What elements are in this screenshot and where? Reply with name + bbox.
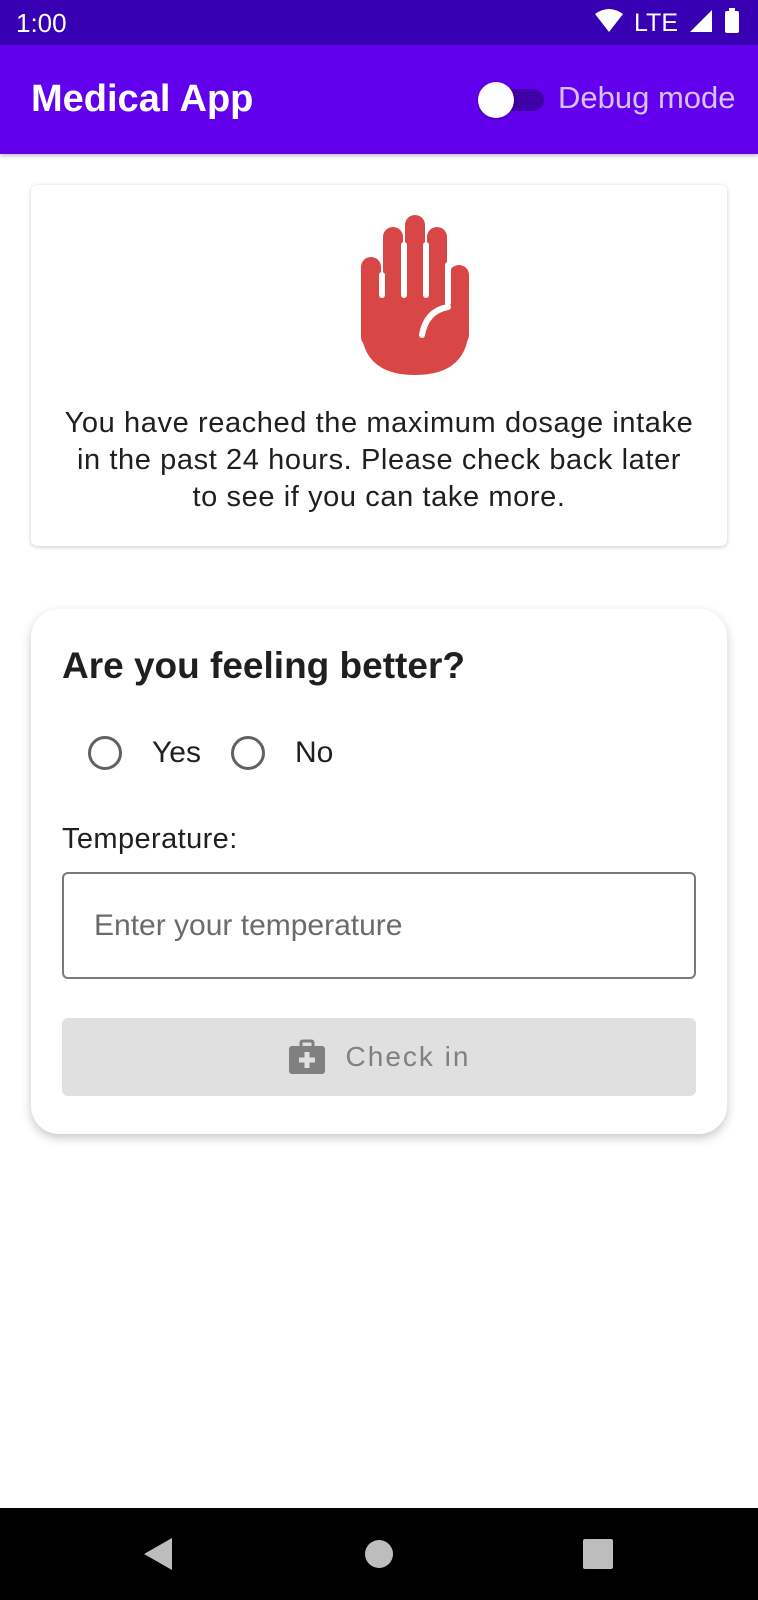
radio-no-circle[interactable] [230, 736, 265, 770]
home-icon[interactable] [357, 1532, 401, 1576]
network-type: LTE [634, 9, 678, 37]
status-icons: LTE [594, 7, 740, 39]
radio-yes[interactable]: Yes [88, 735, 201, 771]
radio-yes-circle[interactable] [88, 736, 122, 770]
battery-icon [724, 7, 740, 39]
app-title: Medical App [31, 78, 254, 120]
switch-thumb [478, 82, 514, 118]
feeling-question: Are you feeling better? [62, 645, 465, 686]
dosage-limit-message: You have reached the maximum dosage inta… [64, 407, 694, 513]
medical-briefcase-icon [288, 1038, 326, 1076]
checkin-form-card: Are you feeling better? Yes No Temperatu… [31, 609, 727, 1134]
app-bar: Medical App Debug mode [0, 45, 758, 154]
temperature-input[interactable] [62, 872, 696, 979]
radio-no-label[interactable]: No [295, 735, 333, 771]
check-in-label: Check in [345, 1041, 471, 1072]
radio-yes-label[interactable]: Yes [152, 735, 201, 771]
system-nav-bar [0, 1508, 758, 1600]
dosage-alert-card: You have reached the maximum dosage inta… [31, 185, 727, 546]
radio-no[interactable]: No [230, 735, 333, 771]
wifi-icon [594, 8, 624, 39]
back-icon[interactable] [136, 1532, 180, 1576]
recents-icon[interactable] [576, 1532, 620, 1576]
feeling-radio-group: Yes No [88, 733, 333, 773]
stop-hand-icon [348, 215, 476, 375]
signal-icon [688, 8, 714, 39]
status-time: 1:00 [16, 8, 67, 38]
debug-mode-switch[interactable] [478, 82, 546, 118]
debug-mode-label: Debug mode [558, 80, 736, 115]
status-bar: 1:00 LTE [0, 0, 758, 45]
check-in-button[interactable]: Check in [62, 1018, 696, 1096]
temperature-label: Temperature: [62, 823, 238, 855]
